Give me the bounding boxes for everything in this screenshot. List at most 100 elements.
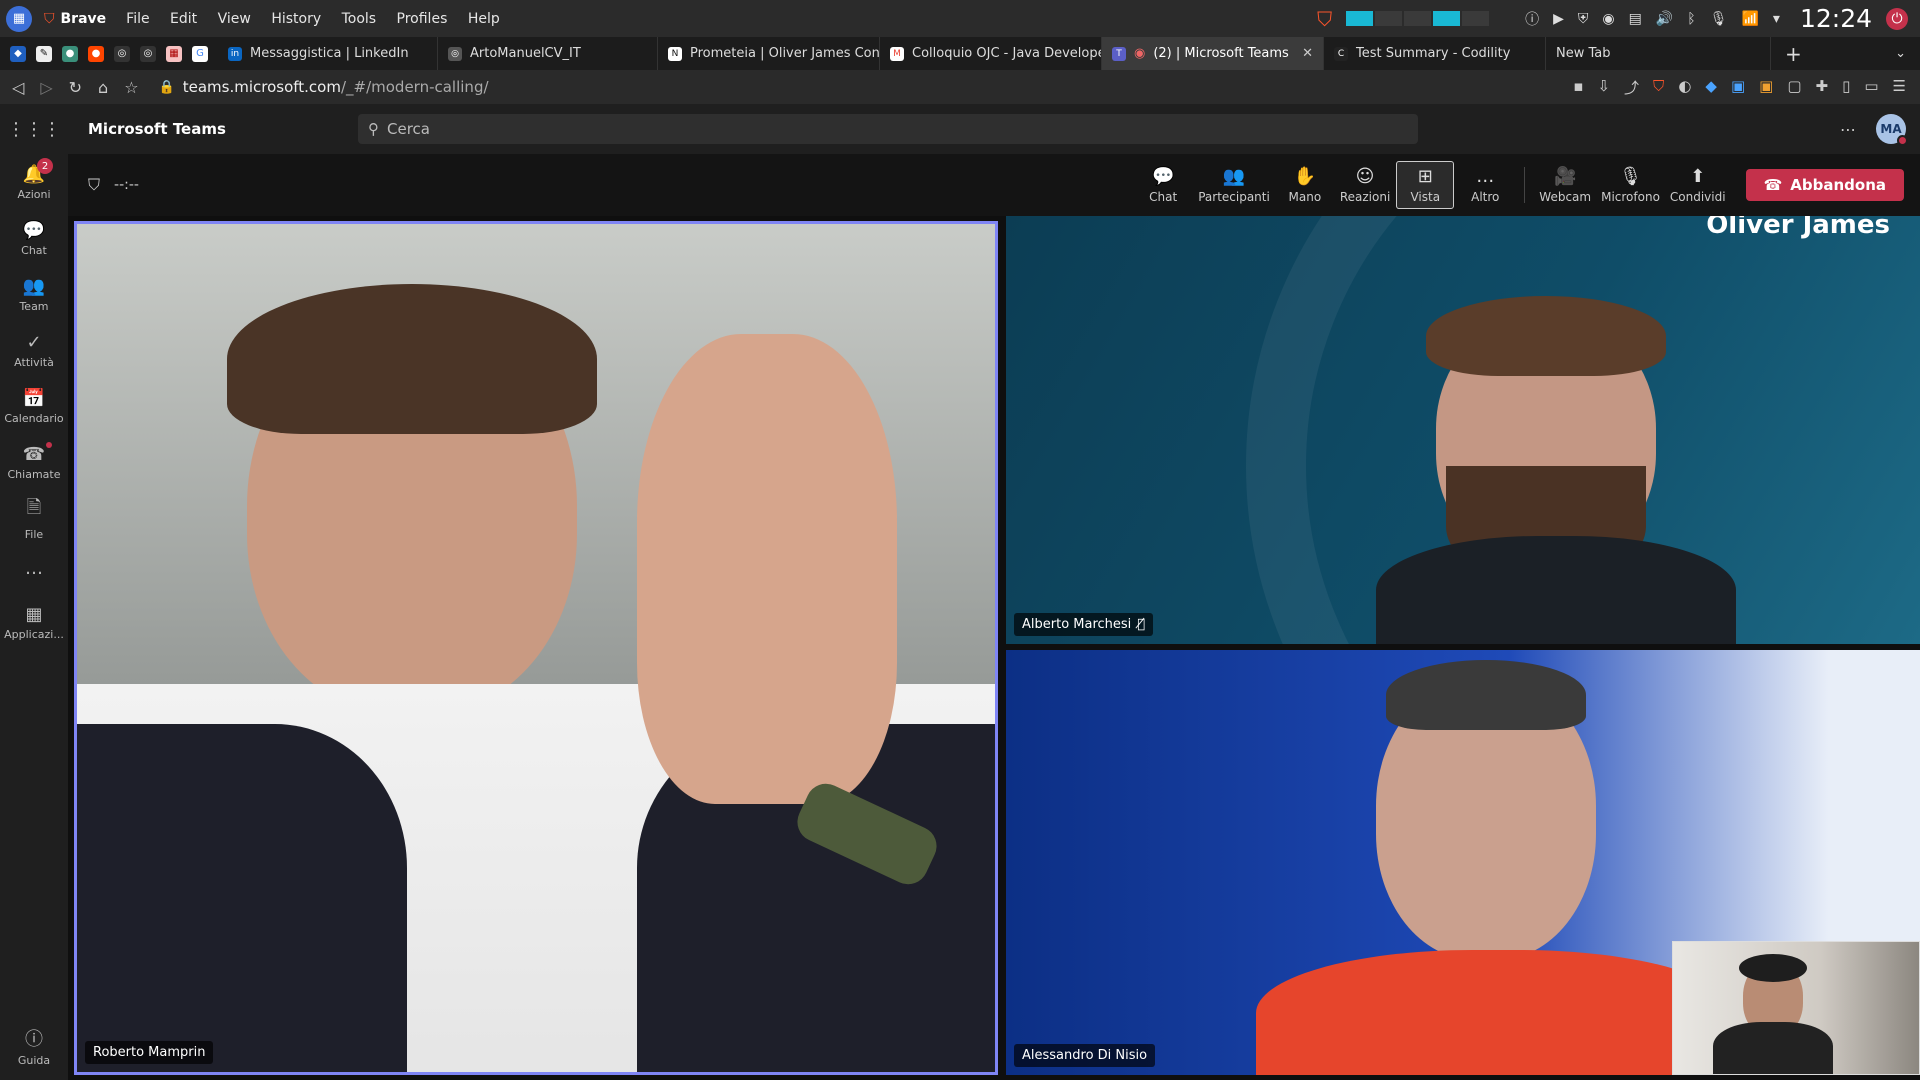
screen: ▦ ⛉ Brave File Edit View History Tools P… <box>0 0 1920 1080</box>
raise-hand-button[interactable]: ✋ Mano <box>1276 161 1334 209</box>
pinned-tab-edit-icon[interactable]: ✎ <box>36 45 52 62</box>
rail-item-activity-feed[interactable]: 🔔 2 Azioni <box>0 154 68 210</box>
rail-item-calendar[interactable]: 📅 Calendario <box>0 378 68 434</box>
video-tile-roberto-mamprin[interactable]: Roberto Mamprin <box>74 221 998 1075</box>
rail-item-apps[interactable]: ▦ Applicazi... <box>0 594 68 650</box>
pinned-tab-wallet-icon[interactable]: ◆ <box>10 45 26 62</box>
shield-icon[interactable]: ⛉ <box>88 175 100 195</box>
rail-item-chat[interactable]: 💬 Chat <box>0 210 68 266</box>
forward-icon[interactable]: ▷ <box>40 78 52 97</box>
menu-profiles[interactable]: Profiles <box>397 11 448 27</box>
participant-name-tag: Alessandro Di Nisio <box>1014 1044 1156 1067</box>
app-launcher-icon[interactable]: ▦ <box>6 5 32 32</box>
dropdown-icon[interactable]: ▾ <box>1773 11 1780 27</box>
power-icon[interactable]: ⏻ <box>1886 7 1908 30</box>
camera-indicator-icon[interactable]: ▪ <box>1573 77 1583 98</box>
menu-tools[interactable]: Tools <box>342 11 377 27</box>
menu-edit[interactable]: Edit <box>170 11 197 27</box>
leave-call-button[interactable]: ☎ Abbandona <box>1745 169 1904 201</box>
more-actions-button[interactable]: … Altro <box>1456 161 1514 209</box>
menu-file[interactable]: File <box>126 11 149 27</box>
participants-button[interactable]: 👥 Partecipanti <box>1194 161 1274 209</box>
tab-list-chevron-icon[interactable]: ⌄ <box>1881 46 1920 61</box>
extensions-icon[interactable]: ✚ <box>1816 77 1829 98</box>
extension-3-icon[interactable]: ▣ <box>1731 77 1745 98</box>
app-grid-icon[interactable]: ⋮⋮⋮ <box>0 119 68 140</box>
camera-button[interactable]: 🎥 Webcam <box>1535 161 1595 209</box>
more-options-icon[interactable]: ⋯ <box>1840 120 1856 139</box>
alert-icon[interactable]: ⓘ <box>1525 9 1539 29</box>
pinned-tab-reddit-icon[interactable]: ● <box>88 45 104 62</box>
tab-prometeia[interactable]: N Prometeia | Oliver James Consu <box>658 37 880 70</box>
rail-item-team[interactable]: 👥 Team <box>0 266 68 322</box>
share-page-icon[interactable]: ⤴ <box>1624 77 1639 98</box>
rail-item-activity[interactable]: ✓ Attività <box>0 322 68 378</box>
wallet-icon[interactable]: ▭ <box>1864 77 1878 98</box>
video-tile-alberto-marchesi[interactable]: Oliver James Alberto Marchesi 🎙̸ <box>1006 216 1920 644</box>
share-button[interactable]: ⬆ Condividi <box>1666 161 1730 209</box>
more-icon: … <box>25 558 43 579</box>
brave-tray-icon[interactable]: ⛉ <box>1317 7 1332 31</box>
pinned-tabs: ◆ ✎ ● ● ◎ ◎ ▦ G <box>0 45 218 62</box>
microphone-button[interactable]: 🎙 Microfono <box>1597 161 1664 209</box>
rail-item-files[interactable]: 🗎 File <box>0 490 68 546</box>
button-label: Mano <box>1288 190 1322 204</box>
home-icon[interactable]: ⌂ <box>98 78 108 97</box>
brave-shields-icon[interactable]: ⛉ <box>1653 77 1664 98</box>
chat-button[interactable]: 💬 Chat <box>1134 161 1192 209</box>
pinned-tab-google-icon[interactable]: G <box>192 45 208 62</box>
teams-tray-icon[interactable]: ◉ <box>1602 11 1614 27</box>
shield-tray-icon[interactable]: ⛨ <box>1578 11 1589 27</box>
install-icon[interactable]: ⇩ <box>1597 77 1610 98</box>
menu-history[interactable]: History <box>271 11 321 27</box>
search-icon: ⚲ <box>368 120 379 138</box>
pinned-tab-github2-icon[interactable]: ◎ <box>140 45 156 62</box>
bluetooth-icon[interactable]: ᛒ <box>1687 11 1695 27</box>
menu-view[interactable]: View <box>218 11 251 27</box>
mic-tray-icon[interactable]: 🎙 <box>1710 11 1728 27</box>
browser-menu-icon[interactable]: ☰ <box>1893 77 1906 98</box>
reload-icon[interactable]: ↻ <box>69 78 82 97</box>
self-view-preview[interactable] <box>1672 941 1920 1075</box>
tab-cv[interactable]: ◎ ArtoManuelCV_IT <box>438 37 658 70</box>
extension-2-icon[interactable]: ◆ <box>1705 77 1717 98</box>
rail-item-more[interactable]: … <box>0 546 68 594</box>
new-tab-button[interactable]: + <box>1771 42 1816 66</box>
clipboard-icon[interactable]: ▤ <box>1629 11 1642 27</box>
clock[interactable]: 12:24 <box>1800 4 1872 33</box>
menu-help[interactable]: Help <box>468 11 500 27</box>
notification-badge: 2 <box>37 158 53 174</box>
close-tab-icon[interactable]: ✕ <box>1302 46 1313 61</box>
play-icon[interactable]: ▶ <box>1553 11 1564 27</box>
rail-item-calls[interactable]: ☎ Chiamate <box>0 434 68 490</box>
tab-gmail[interactable]: M Colloquio OJC - Java Developer <box>880 37 1102 70</box>
back-icon[interactable]: ◁ <box>12 78 24 97</box>
tab-new[interactable]: New Tab <box>1546 37 1771 70</box>
pinned-tab-app-icon[interactable]: ● <box>62 45 78 62</box>
volume-icon[interactable]: 🔊 <box>1656 11 1673 27</box>
reactions-button[interactable]: ☺ Reazioni <box>1336 161 1394 209</box>
avatar[interactable]: MA <box>1876 114 1908 146</box>
pinned-tab-page-icon[interactable]: ▦ <box>166 45 182 62</box>
tab-linkedin[interactable]: in Messaggistica | LinkedIn <box>218 37 438 70</box>
browser-tab-strip: ◆ ✎ ● ● ◎ ◎ ▦ G in Messaggistica | Linke… <box>0 37 1920 70</box>
tab-teams[interactable]: T ◉ (2) | Microsoft Teams ✕ <box>1102 37 1324 70</box>
workspace-switcher[interactable] <box>1346 11 1490 26</box>
tab-codility[interactable]: C Test Summary - Codility <box>1324 37 1546 70</box>
view-button[interactable]: ⊞ Vista <box>1396 161 1455 209</box>
pinned-tab-github-icon[interactable]: ◎ <box>114 45 130 62</box>
bookmark-icon[interactable]: ☆ <box>124 78 138 97</box>
rail-label: Applicazi... <box>4 627 64 641</box>
app-name: Brave <box>60 10 107 27</box>
codility-icon: C <box>1334 46 1348 61</box>
url-field[interactable]: 🔒 teams.microsoft.com/_#/modern-calling/ <box>159 78 489 96</box>
wifi-icon[interactable]: 📶 <box>1741 11 1758 27</box>
extension-4-icon[interactable]: ▣ <box>1759 77 1773 98</box>
extension-1-icon[interactable]: ◐ <box>1678 77 1691 98</box>
rail-item-help[interactable]: ⓘ Guida <box>0 1018 68 1074</box>
rail-label: Calendario <box>4 411 64 425</box>
search-input[interactable]: ⚲ Cerca <box>358 114 1418 144</box>
extension-5-icon[interactable]: ▢ <box>1787 77 1801 98</box>
sidebar-icon[interactable]: ▯ <box>1842 77 1850 98</box>
apps-icon: ▦ <box>25 603 43 625</box>
